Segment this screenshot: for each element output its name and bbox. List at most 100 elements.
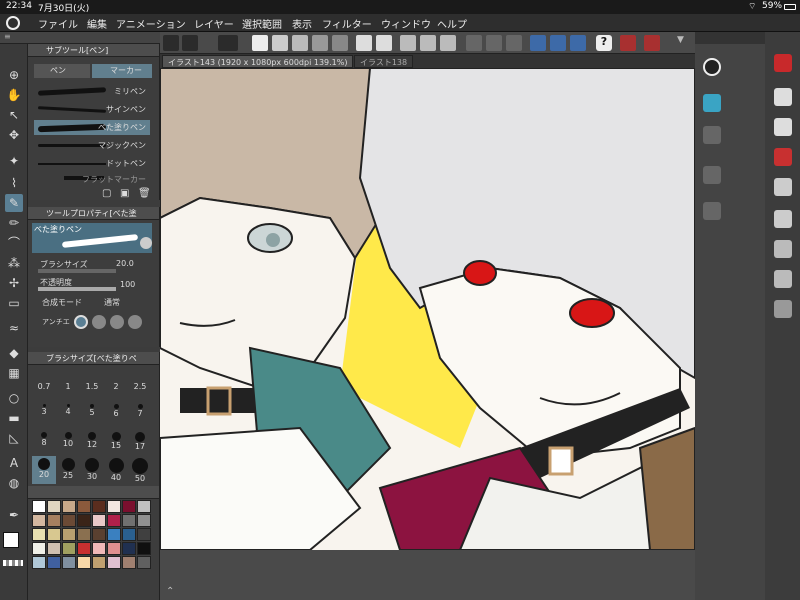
- frame-icon[interactable]: ▬: [5, 409, 23, 427]
- delete-subtool-icon[interactable]: 🗑: [138, 188, 151, 199]
- color-swatch[interactable]: [92, 556, 106, 569]
- pen-pressure-icon[interactable]: [620, 35, 636, 51]
- menu-animation[interactable]: アニメーション: [116, 16, 186, 31]
- size-cell[interactable]: 10: [56, 430, 80, 448]
- save-icon[interactable]: [292, 35, 308, 51]
- layer-search-icon[interactable]: [703, 202, 721, 220]
- brush-size-slider[interactable]: [38, 269, 116, 273]
- transparent-color-swatch[interactable]: [3, 560, 23, 566]
- brush-item[interactable]: フラットマーカー: [34, 174, 150, 184]
- color-swatch[interactable]: [32, 556, 46, 569]
- brush-item[interactable]: ミリペン: [34, 84, 150, 99]
- color-swatch[interactable]: [62, 528, 76, 541]
- color-swatch[interactable]: [62, 514, 76, 527]
- color-swatch[interactable]: [32, 542, 46, 555]
- color-swatch[interactable]: [32, 514, 46, 527]
- color-swatch[interactable]: [32, 500, 46, 513]
- correction-icon[interactable]: ✒: [5, 506, 23, 524]
- color-swatch[interactable]: [122, 514, 136, 527]
- grid-icon[interactable]: [163, 35, 179, 51]
- color-swatch[interactable]: [107, 514, 121, 527]
- size-cell[interactable]: 1: [56, 382, 80, 391]
- menu-view[interactable]: 表示: [292, 16, 312, 31]
- undo-icon[interactable]: [356, 35, 372, 51]
- copy-subtool-icon[interactable]: ▢: [102, 188, 111, 199]
- new-file-icon[interactable]: [252, 35, 268, 51]
- color-swatch[interactable]: [62, 556, 76, 569]
- antialias-medium[interactable]: [110, 315, 124, 329]
- size-cell[interactable]: 7: [128, 402, 152, 418]
- zoom-icon[interactable]: ⊕: [5, 66, 23, 84]
- color-swatch[interactable]: [92, 500, 106, 513]
- size-cell[interactable]: 0.7: [32, 382, 56, 391]
- expand-icon[interactable]: ⌃: [166, 586, 174, 597]
- fill-bucket-icon[interactable]: ◆: [5, 344, 23, 362]
- new-subtool-icon[interactable]: ▣: [120, 188, 129, 199]
- brush-item-selected[interactable]: べた塗りペン: [34, 120, 150, 135]
- size-cell[interactable]: 2: [104, 382, 128, 391]
- color-swatch[interactable]: [137, 542, 151, 555]
- size-cell[interactable]: 17: [128, 430, 152, 451]
- navigator-icon[interactable]: [703, 94, 721, 112]
- opacity-slider[interactable]: [38, 287, 116, 291]
- tab-marker[interactable]: マーカー: [92, 64, 152, 78]
- color-swatch[interactable]: [47, 556, 61, 569]
- opacity-value[interactable]: 100: [120, 280, 135, 289]
- bulb-icon[interactable]: [774, 210, 792, 228]
- text-icon[interactable]: A: [5, 454, 23, 472]
- airbrush-icon[interactable]: ⁂: [5, 254, 23, 272]
- size-cell[interactable]: 50: [128, 456, 152, 483]
- color-swatch[interactable]: [77, 542, 91, 555]
- lock-icon[interactable]: [774, 118, 792, 136]
- hand-icon[interactable]: ✋: [5, 86, 23, 104]
- film-icon[interactable]: [774, 300, 792, 318]
- menu-layer[interactable]: レイヤー: [194, 16, 234, 31]
- color-swatch[interactable]: [77, 556, 91, 569]
- menu-edit[interactable]: 編集: [87, 16, 107, 31]
- tab-document-active[interactable]: イラスト143 (1920 x 1080px 600dpi 139.1%): [162, 55, 354, 68]
- color-swatch[interactable]: [62, 542, 76, 555]
- size-cell[interactable]: 15: [104, 430, 128, 450]
- ruler-icon[interactable]: ◺: [5, 429, 23, 447]
- blend-icon[interactable]: ≈: [5, 319, 23, 337]
- menu-selection[interactable]: 選択範囲: [242, 16, 282, 31]
- redo-icon[interactable]: [376, 35, 392, 51]
- quick-access-icon[interactable]: [703, 58, 721, 76]
- sub-view-icon[interactable]: [703, 126, 721, 144]
- export-icon[interactable]: [312, 35, 328, 51]
- color-swatch[interactable]: [47, 500, 61, 513]
- size-cell[interactable]: 8: [32, 430, 56, 447]
- decoration-icon[interactable]: ✢: [5, 274, 23, 292]
- color-swatch[interactable]: [137, 514, 151, 527]
- layer-icon[interactable]: [774, 88, 792, 106]
- size-cell[interactable]: 30: [80, 456, 104, 481]
- figure-icon[interactable]: ○: [5, 389, 23, 407]
- layer-property-icon[interactable]: [703, 166, 721, 184]
- antialias-none[interactable]: [74, 315, 88, 329]
- color-swatch[interactable]: [92, 542, 106, 555]
- color-swatch[interactable]: [122, 500, 136, 513]
- color-swatch[interactable]: [107, 556, 121, 569]
- brush-icon[interactable]: ⌒: [5, 234, 23, 252]
- size-cell[interactable]: 4: [56, 402, 80, 416]
- fill-icon[interactable]: [420, 35, 436, 51]
- import-icon[interactable]: [332, 35, 348, 51]
- brush-item[interactable]: サインペン: [34, 102, 150, 117]
- color-swatch[interactable]: [92, 528, 106, 541]
- size-cell[interactable]: 25: [56, 456, 80, 480]
- color-swatch[interactable]: [47, 528, 61, 541]
- tab-pen[interactable]: ペン: [34, 64, 90, 78]
- tab-document-inactive[interactable]: イラスト138: [354, 55, 414, 68]
- color-swatch[interactable]: [137, 528, 151, 541]
- spiral-icon[interactable]: [218, 35, 238, 51]
- balloon-icon[interactable]: ◍: [5, 474, 23, 492]
- brush-item[interactable]: ドットペン: [34, 156, 150, 171]
- pencil-icon[interactable]: ✏: [5, 214, 23, 232]
- size-cell[interactable]: 2.5: [128, 382, 152, 391]
- open-file-icon[interactable]: [272, 35, 288, 51]
- menu-window[interactable]: ウィンドウ: [381, 16, 431, 31]
- brush-item[interactable]: マジックペン: [34, 138, 150, 153]
- size-cell[interactable]: 6: [104, 402, 128, 418]
- size-cell[interactable]: 12: [80, 430, 104, 449]
- operation-icon[interactable]: ↖: [5, 106, 23, 124]
